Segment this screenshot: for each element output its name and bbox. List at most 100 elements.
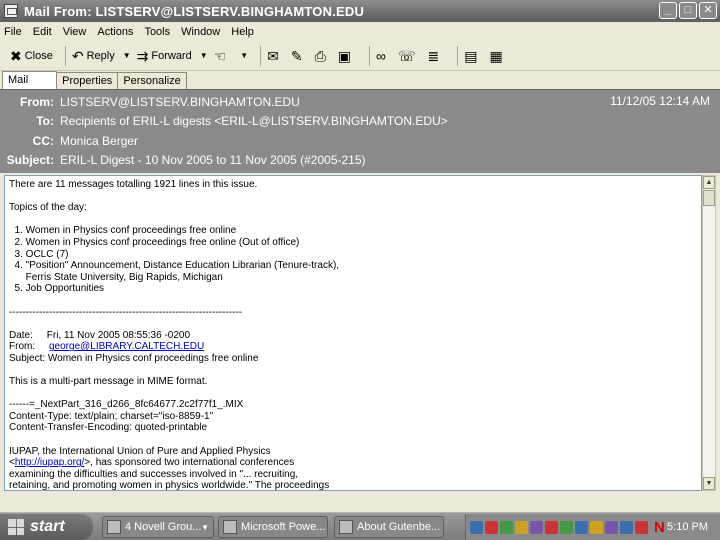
tab-properties[interactable]: Properties — [56, 72, 119, 89]
scroll-down-icon[interactable]: ▼ — [703, 477, 715, 490]
iupap-line: retaining, and promoting women in physic… — [9, 480, 330, 491]
window-title: Mail From: LISTSERV@LISTSERV.BINGHAMTON.… — [24, 3, 365, 19]
tray-icon[interactable] — [500, 520, 513, 534]
tray-icon[interactable] — [485, 520, 498, 534]
windows-flag-icon — [8, 519, 24, 535]
date-line: Date: Fri, 11 Nov 2005 08:55:36 -0200 — [9, 329, 191, 341]
message-date: 11/12/05 12:14 AM — [610, 94, 710, 108]
maximize-button[interactable]: □ — [679, 2, 697, 19]
menu-file[interactable]: File — [4, 26, 22, 38]
iupap-line: IUPAP, the International Union of Pure a… — [9, 445, 271, 457]
menu-view[interactable]: View — [63, 26, 87, 38]
tray-icon[interactable] — [590, 520, 603, 534]
topic-item: Ferris State University, Big Rapids, Mic… — [9, 271, 223, 283]
cc-label: CC: — [32, 134, 54, 148]
notes-icon[interactable]: ≣ — [428, 49, 440, 63]
tab-strip: Mail Properties Personalize — [0, 71, 720, 89]
clock: 5:10 PM — [667, 521, 708, 533]
message-body[interactable]: There are 11 messages totalling 1921 lin… — [4, 175, 702, 491]
message-header: From: LISTSERV@LISTSERV.BINGHAMTON.EDU 1… — [0, 89, 720, 173]
to-label: To: — [36, 114, 54, 128]
toolbar-separator — [64, 45, 66, 66]
edit-envelope-icon[interactable]: ✎ — [291, 49, 303, 63]
toolbar-separator — [260, 45, 262, 66]
task-dropdown-icon: ▼ — [201, 522, 209, 532]
vertical-scrollbar[interactable]: ▲ ▼ — [702, 175, 716, 491]
cc-value[interactable]: Monica Berger — [60, 134, 138, 148]
hand-dropdown-icon[interactable]: ▼ — [240, 51, 248, 60]
task-novell-groupwise[interactable]: 4 Novell Grou... ▼ — [102, 516, 214, 538]
topic-item: 4. "Position" Announcement, Distance Edu… — [9, 260, 340, 272]
subject-label: Subject: — [6, 153, 54, 167]
tray-icon[interactable] — [515, 520, 528, 534]
browser-icon — [339, 520, 353, 534]
separator-line: ----------------------------------------… — [9, 306, 243, 318]
system-tray: N 5:10 PM — [465, 514, 720, 540]
topic-item: 1. Women in Physics conf proceedings fre… — [9, 225, 237, 237]
minimize-button[interactable]: _ — [659, 2, 677, 19]
tray-icon[interactable] — [530, 520, 543, 534]
menu-help[interactable]: Help — [231, 26, 254, 38]
save-disk-icon[interactable]: ▣ — [338, 49, 351, 63]
to-row: To: Recipients of ERIL-L digests <ERIL-L… — [0, 112, 448, 130]
part-line: ------=_NextPart_316_d266_8fc64677.2c2f7… — [9, 399, 244, 411]
link-icon[interactable]: ∞ — [376, 49, 386, 63]
close-window-button[interactable]: ✕ — [699, 2, 717, 19]
cc-row: CC: Monica Berger — [0, 132, 138, 150]
to-value[interactable]: Recipients of ERIL-L digests <ERIL-L@LIS… — [60, 114, 448, 128]
tab-personalize[interactable]: Personalize — [117, 72, 187, 89]
menu-bar: File Edit View Actions Tools Window Help — [0, 22, 720, 41]
reply-dropdown-icon[interactable]: ▼ — [123, 51, 131, 60]
mail-window-icon — [4, 4, 18, 18]
menu-tools[interactable]: Tools — [144, 26, 170, 38]
forward-button[interactable]: ⇉ Forward — [137, 45, 192, 67]
mime-line: This is a multi-part message in MIME for… — [9, 376, 208, 388]
from-prefix: From: — [9, 341, 49, 353]
iupap-suffix: >, has sponsored two international confe… — [84, 457, 295, 469]
start-button[interactable]: start — [0, 514, 93, 540]
novell-n-icon[interactable]: N — [654, 519, 665, 536]
scroll-thumb[interactable] — [703, 190, 715, 206]
from-row: From: LISTSERV@LISTSERV.BINGHAMTON.EDU — [0, 93, 300, 111]
intro-line: There are 11 messages totalling 1921 lin… — [9, 179, 258, 190]
tray-icon[interactable] — [560, 520, 573, 534]
title-bar[interactable]: Mail From: LISTSERV@LISTSERV.BINGHAMTON.… — [0, 0, 720, 22]
close-x-icon: ✖ — [10, 47, 22, 64]
hand-icon[interactable]: ☜ — [214, 49, 227, 63]
tray-icon[interactable] — [620, 520, 633, 534]
iupap-link[interactable]: http://iupap.org/ — [15, 457, 85, 468]
window-controls: _ □ ✕ — [659, 2, 717, 19]
open-envelope-icon[interactable]: ✉ — [267, 49, 279, 63]
forward-dropdown-icon[interactable]: ▼ — [200, 51, 208, 60]
forward-icon: ⇉ — [136, 47, 149, 64]
tray-icon[interactable] — [635, 520, 648, 534]
menu-edit[interactable]: Edit — [33, 26, 52, 38]
tray-icon[interactable] — [470, 520, 483, 534]
print-icon[interactable]: ⎙ — [315, 49, 326, 63]
scroll-up-icon[interactable]: ▲ — [703, 176, 715, 189]
task-powerpoint[interactable]: Microsoft Powe... — [218, 516, 328, 538]
tray-icon[interactable] — [575, 520, 588, 534]
subject-row: Subject: ERIL-L Digest - 10 Nov 2005 to … — [0, 151, 366, 169]
view-preview-icon[interactable]: ▦ — [490, 49, 503, 63]
menu-window[interactable]: Window — [181, 26, 220, 38]
close-message-button[interactable]: ✖ Close — [10, 45, 53, 67]
reply-button[interactable]: ↶ Reply — [72, 45, 115, 67]
reply-icon: ↶ — [71, 47, 84, 64]
topic-item: 3. OCLC (7) — [9, 248, 69, 260]
tab-mail[interactable]: Mail — [2, 71, 58, 89]
toolbar: ✖ Close ↶ Reply ▼ ⇉ Forward ▼ ☜ ▼ ✉ ✎ ⎙ … — [0, 41, 720, 71]
task-about-gutenberg[interactable]: About Gutenbe... — [334, 516, 444, 538]
tray-icon[interactable] — [605, 520, 618, 534]
address-book-icon[interactable]: ☏ — [398, 49, 416, 63]
tray-icon[interactable] — [545, 520, 558, 534]
sender-email-link[interactable]: george@LIBRARY.CALTECH.EDU — [49, 341, 204, 352]
menu-actions[interactable]: Actions — [97, 26, 133, 38]
encoding-line: Content-Transfer-Encoding: quoted-printa… — [9, 422, 208, 434]
subject-line: Subject: Women in Physics conf proceedin… — [9, 352, 259, 364]
powerpoint-icon — [223, 520, 237, 534]
toolbar-separator — [369, 45, 371, 66]
taskbar: start 4 Novell Grou... ▼ Microsoft Powe.… — [0, 512, 720, 540]
from-value[interactable]: LISTSERV@LISTSERV.BINGHAMTON.EDU — [60, 95, 300, 109]
view-list-icon[interactable]: ▤ — [464, 49, 477, 63]
